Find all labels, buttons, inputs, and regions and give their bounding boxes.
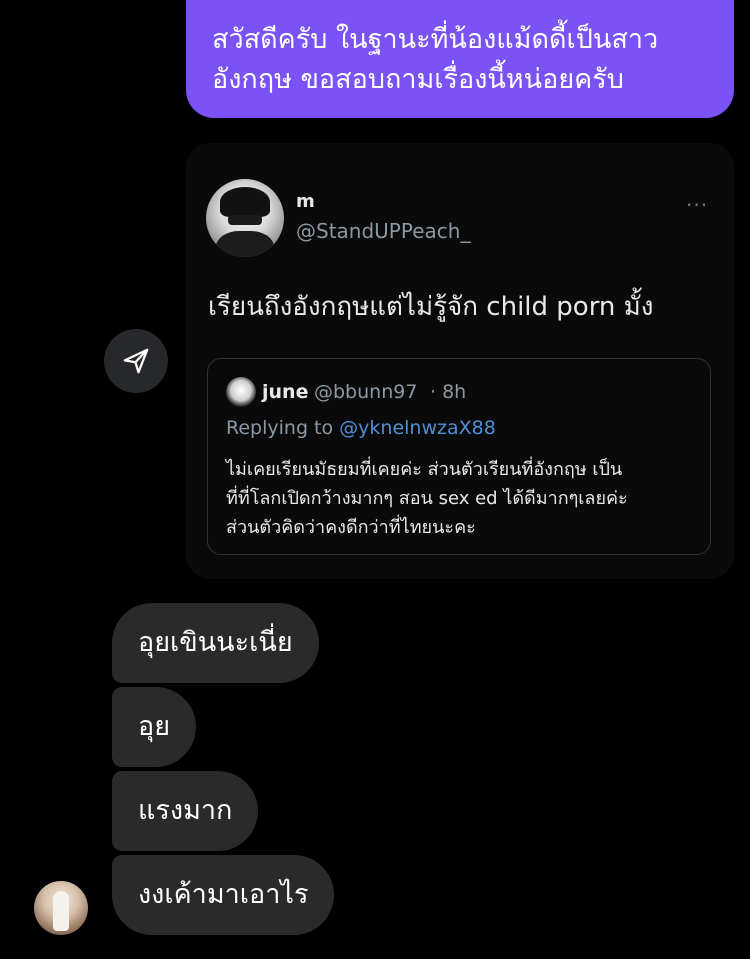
quoted-author-name: june: [262, 381, 309, 403]
tweet-author-avatar[interactable]: [206, 179, 284, 257]
share-button[interactable]: [104, 329, 168, 393]
tweet-text: เรียนถึงอังกฤษแต่ไม่รู้จัก child porn มั…: [208, 292, 654, 322]
received-message-bubble[interactable]: อุยเขินนะเนี่ย: [112, 603, 319, 683]
received-message-bubble[interactable]: แรงมาก: [112, 771, 259, 851]
received-message-bubble[interactable]: อุย: [112, 687, 197, 767]
tweet-author-handle: @StandUPPeach_: [296, 219, 471, 243]
quoted-author-handle: @bbunn97: [314, 381, 418, 403]
received-message-bubble[interactable]: งงเค้ามาเอาไร: [112, 855, 335, 935]
replying-to-link[interactable]: @yknelnwzaX88: [339, 417, 496, 439]
quoted-tweet-card[interactable]: june @bbunn97 · 8h Replying to @yknelnwz…: [207, 358, 711, 555]
paper-plane-icon: [123, 348, 149, 374]
replying-to-line: Replying to @yknelnwzaX88: [226, 417, 496, 439]
tweet-author-name: m: [296, 191, 315, 212]
replying-to-prefix: Replying to: [226, 417, 340, 439]
sent-message-bubble[interactable]: สวัสดีครับ ในฐานะที่น้องแม้ดดี้เป็นสาว อ…: [186, 0, 734, 118]
shared-tweet-card[interactable]: m @StandUPPeach_ ··· เรียนถึงอังกฤษแต่ไม…: [186, 143, 734, 579]
ellipsis-icon[interactable]: ···: [686, 193, 708, 217]
quoted-tweet-time: · 8h: [430, 381, 467, 403]
sender-avatar[interactable]: [34, 881, 88, 935]
quoted-author-avatar: [226, 377, 256, 407]
quoted-tweet-text: ไม่เคยเรียนมัธยมที่เคยค่ะ ส่วนตัวเรียนที…: [226, 459, 628, 538]
